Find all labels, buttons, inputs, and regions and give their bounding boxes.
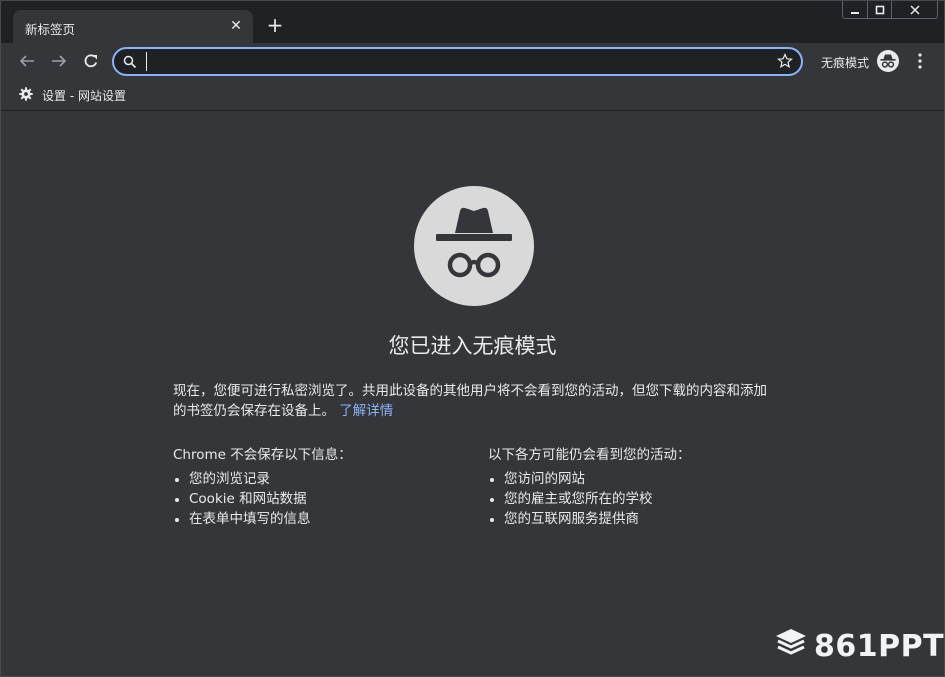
search-icon — [123, 54, 137, 73]
forward-icon[interactable] — [49, 51, 69, 71]
tab-strip: 新标签页 ✕ + — [1, 1, 944, 43]
not-saved-list: Chrome 不会保存以下信息： 您的浏览记录 Cookie 和网站数据 在表单… — [173, 445, 473, 529]
bookmark-star-icon[interactable] — [777, 53, 793, 73]
intro-text: 现在，您便可进行私密浏览了。共用此设备的其他用户将不会看到您的活动，但您下载的内… — [173, 383, 767, 419]
maximize-icon[interactable] — [867, 1, 891, 18]
list-item: 您的互联网服务提供商 — [488, 509, 788, 529]
tab-title: 新标签页 — [25, 22, 76, 37]
watermark-text: 861PPT — [814, 628, 945, 664]
more-menu-icon[interactable] — [912, 52, 928, 70]
list-item: 您的浏览记录 — [173, 469, 473, 489]
list-item: 您访问的网站 — [488, 469, 788, 489]
visible-to-title: 以下各方可能仍会看到您的活动： — [488, 447, 691, 463]
bookmarks-bar: 设置 - 网站设置 — [1, 79, 944, 111]
page-title: 您已进入无痕模式 — [388, 334, 557, 358]
list-item: Cookie 和网站数据 — [173, 489, 473, 509]
not-saved-title: Chrome 不会保存以下信息： — [173, 447, 352, 463]
incognito-page: 您已进入无痕模式 现在，您便可进行私密浏览了。共用此设备的其他用户将不会看到您的… — [1, 112, 944, 676]
back-icon[interactable] — [17, 51, 37, 71]
incognito-avatar-icon[interactable] — [877, 50, 899, 72]
gear-icon — [19, 86, 33, 105]
incognito-label[interactable]: 无痕模式 — [821, 54, 869, 71]
close-icon[interactable] — [891, 1, 937, 18]
bookmark-site-settings[interactable]: 设置 - 网站设置 — [19, 86, 126, 105]
omnibox[interactable] — [112, 47, 803, 76]
tab-new-tab[interactable]: 新标签页 ✕ — [13, 10, 253, 43]
window-controls — [842, 1, 938, 19]
list-item: 您的雇主或您所在的学校 — [488, 489, 788, 509]
incognito-hero-icon — [414, 186, 534, 306]
watermark: 861PPT — [774, 627, 944, 665]
minimize-icon[interactable] — [843, 1, 867, 18]
browser-window: 新标签页 ✕ + 无痕模式 设置 - 网站设置 您已进入无痕模式 现在，您便可进… — [0, 0, 945, 677]
reload-icon[interactable] — [81, 51, 101, 71]
address-input[interactable] — [146, 52, 766, 71]
tab-close-icon[interactable]: ✕ — [227, 17, 245, 35]
toolbar: 无痕模式 — [1, 43, 944, 79]
intro-paragraph: 现在，您便可进行私密浏览了。共用此设备的其他用户将不会看到您的活动，但您下载的内… — [173, 381, 773, 421]
bookmark-label: 设置 - 网站设置 — [42, 89, 126, 103]
visible-to-list: 以下各方可能仍会看到您的活动： 您访问的网站 您的雇主或您所在的学校 您的互联网… — [488, 445, 788, 529]
learn-more-link[interactable]: 了解详情 — [339, 403, 393, 419]
list-item: 在表单中填写的信息 — [173, 509, 473, 529]
new-tab-button[interactable]: + — [265, 15, 285, 35]
layers-logo-icon — [774, 627, 808, 665]
